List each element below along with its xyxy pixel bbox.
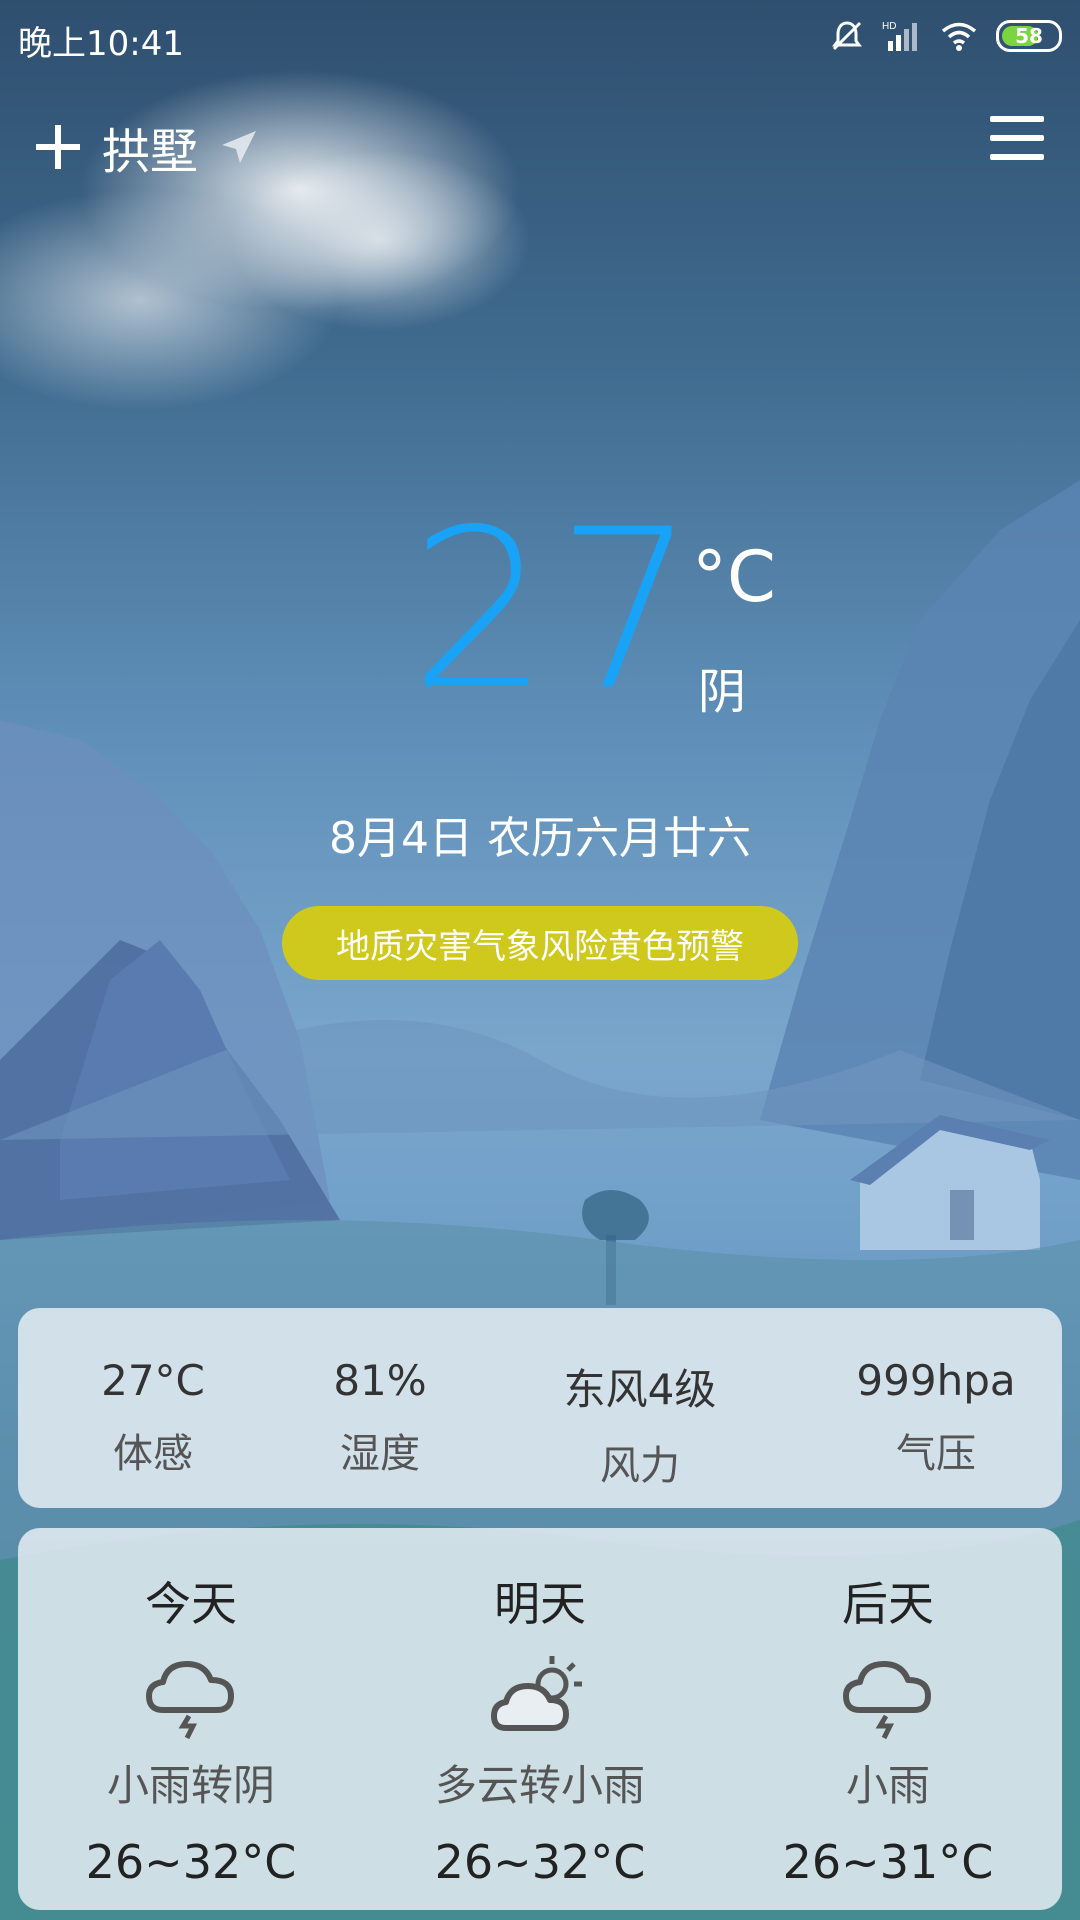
hamburger-menu-icon[interactable]	[990, 116, 1044, 160]
forecast-day-after[interactable]: 后天 小雨 26~31°C	[718, 1528, 1058, 1889]
detail-label: 湿度	[340, 1431, 420, 1477]
detail-pressure: 999hpa 气压	[806, 1308, 1066, 1479]
location-arrow-icon	[222, 131, 257, 163]
status-bar: 晚上10:41 HD 58	[0, 0, 1080, 74]
forecast-day: 今天	[145, 1577, 237, 1631]
forecast-card: 今天 小雨转阴 26~32°C 明天 多云转小雨 26~32°C 后天 小雨 2…	[18, 1528, 1062, 1910]
date-lunar: 8月4日 农历六月廿六	[329, 813, 751, 864]
detail-humidity: 81% 湿度	[250, 1308, 510, 1479]
detail-wind: 东风4级 风力	[510, 1308, 770, 1491]
forecast-temp: 26~31°C	[782, 1835, 994, 1889]
current-temperature: 27	[410, 482, 702, 738]
svg-text:HD: HD	[882, 21, 896, 32]
city-name[interactable]: 拱墅	[102, 112, 198, 182]
mute-icon	[832, 21, 862, 51]
current-condition: 阴	[698, 664, 747, 720]
weather-alert-button[interactable]: 地质灾害气象风险黄色预警	[282, 906, 798, 980]
temperature-unit: °C	[692, 536, 776, 618]
forecast-today[interactable]: 今天 小雨转阴 26~32°C	[21, 1528, 361, 1889]
forecast-temp: 26~32°C	[85, 1835, 297, 1889]
forecast-temp: 26~32°C	[434, 1835, 646, 1889]
detail-label: 气压	[896, 1431, 976, 1477]
battery-level: 58	[1015, 24, 1043, 48]
rain-cloud-icon	[146, 1661, 234, 1740]
detail-value: 81%	[333, 1356, 427, 1405]
forecast-condition: 小雨转阴	[106, 1761, 275, 1810]
status-time: 晚上10:41	[18, 24, 184, 64]
status-icons: HD 58	[830, 16, 1062, 56]
details-card: 27°C 体感 81% 湿度 东风4级 风力 999hpa 气压	[18, 1308, 1062, 1508]
hd-signal-icon: HD	[882, 21, 917, 51]
battery-icon: 58	[996, 20, 1062, 52]
rain-cloud-icon	[843, 1661, 931, 1740]
wifi-icon	[941, 22, 977, 51]
detail-value: 东风4级	[563, 1365, 717, 1414]
forecast-day: 后天	[842, 1577, 934, 1631]
forecast-condition: 小雨	[845, 1761, 930, 1810]
partly-cloudy-icon	[491, 1656, 582, 1731]
detail-label: 风力	[600, 1443, 680, 1489]
detail-feels-like: 27°C 体感	[23, 1308, 283, 1479]
detail-label: 体感	[113, 1431, 193, 1477]
detail-value: 27°C	[101, 1356, 205, 1405]
forecast-tomorrow[interactable]: 明天 多云转小雨 26~32°C	[370, 1528, 710, 1889]
plus-icon[interactable]	[34, 123, 82, 171]
forecast-day: 明天	[494, 1577, 586, 1631]
forecast-condition: 多云转小雨	[434, 1761, 645, 1810]
detail-value: 999hpa	[856, 1356, 1016, 1405]
header-location: 拱墅	[34, 112, 258, 182]
